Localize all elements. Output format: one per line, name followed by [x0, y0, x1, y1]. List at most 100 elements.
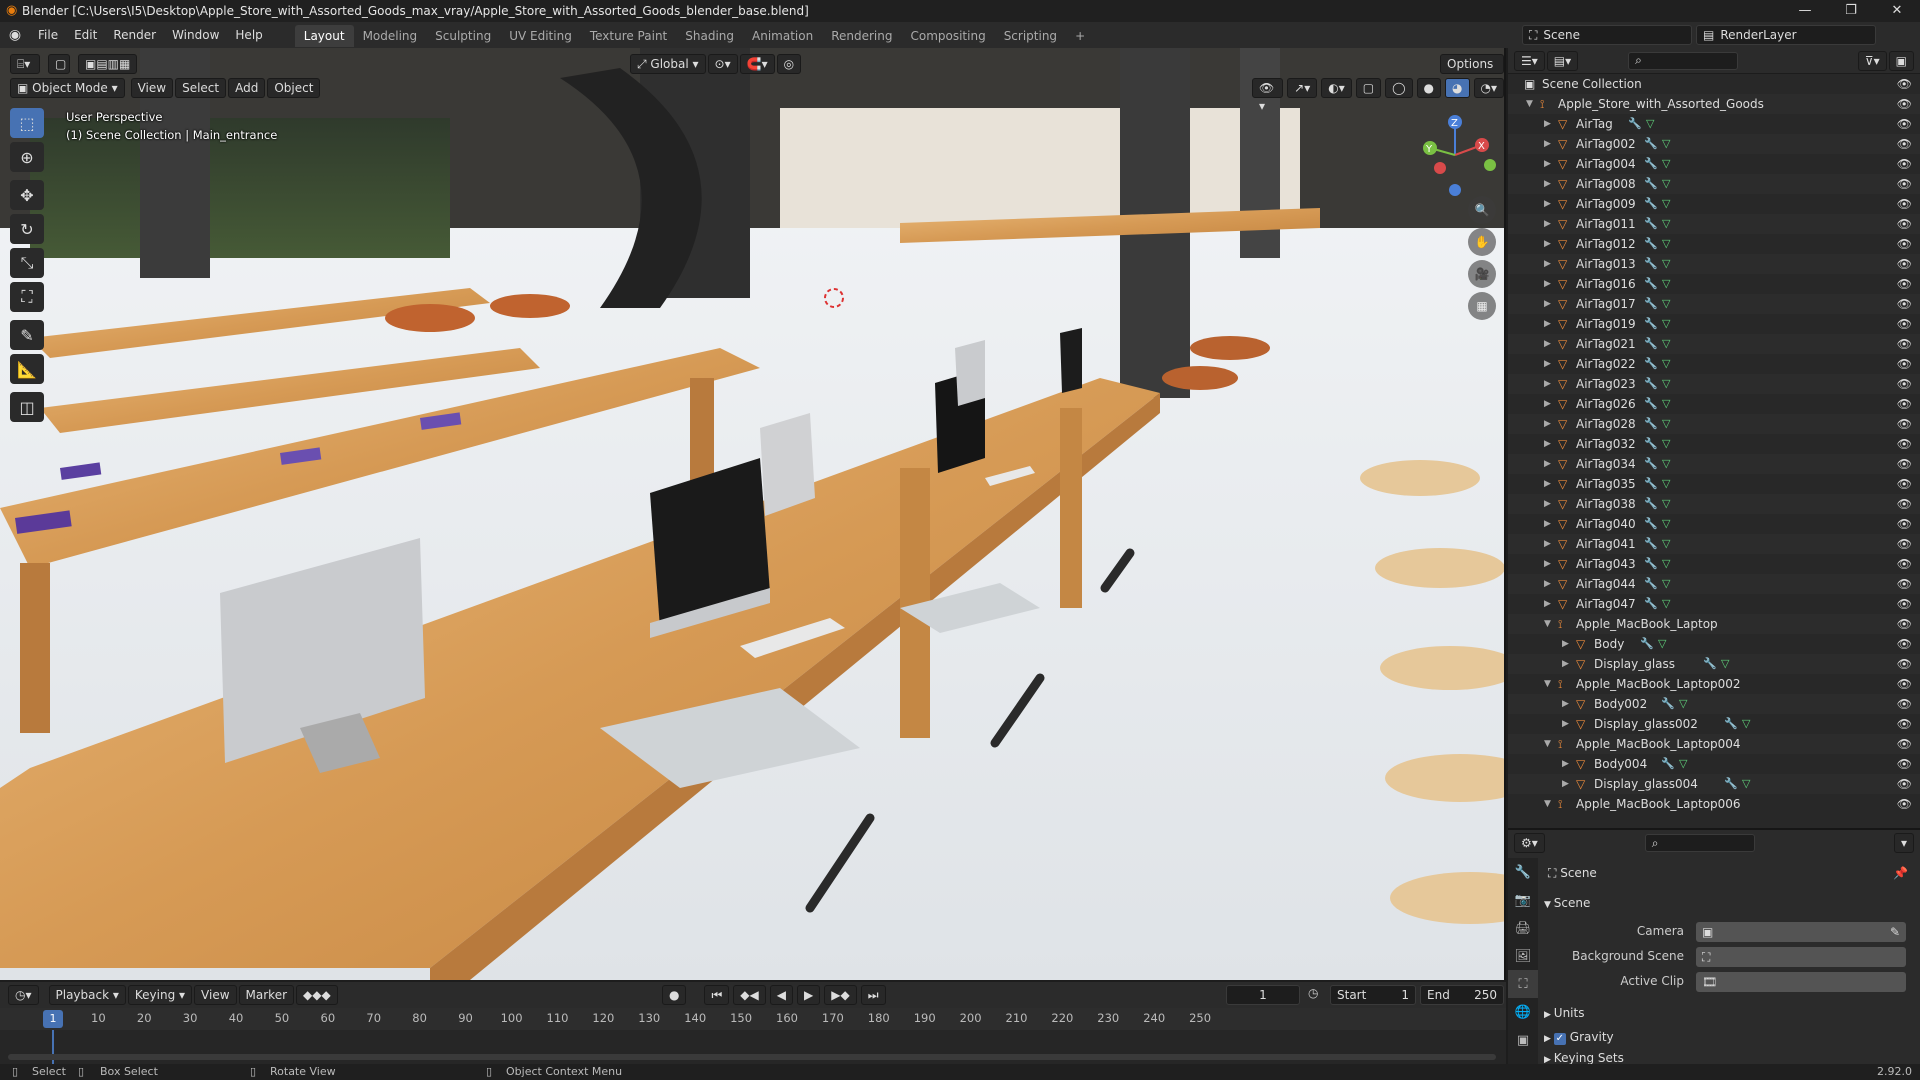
- playback-menu[interactable]: Playback ▾: [48, 985, 126, 1005]
- outliner-scene-collection[interactable]: ▣ Scene Collection 👁: [1508, 74, 1920, 94]
- collapse-arrow-icon[interactable]: ▶: [1544, 394, 1551, 414]
- modifier-icon[interactable]: 🔧: [1644, 394, 1658, 414]
- collapse-arrow-icon[interactable]: ▶: [1562, 654, 1569, 674]
- outliner-collection[interactable]: ▼ ⟟ Apple_Store_with_Assorted_Goods 👁: [1508, 94, 1920, 114]
- outliner-item-airtag[interactable]: ▶ ▽ AirTag011 🔧 ▽ 👁: [1508, 214, 1920, 234]
- visibility-eye-icon[interactable]: 👁: [1897, 174, 1912, 194]
- visibility-eye-icon[interactable]: 👁: [1897, 334, 1912, 354]
- visibility-eye-icon[interactable]: 👁: [1897, 354, 1912, 374]
- collapse-arrow-icon[interactable]: ▶: [1562, 774, 1569, 794]
- scene-panel-header[interactable]: ▼ Scene: [1544, 896, 1590, 910]
- visibility-eye-icon[interactable]: 👁: [1897, 114, 1912, 134]
- outliner-item-child[interactable]: ▶ ▽ Body 🔧 ▽ 👁: [1508, 634, 1920, 654]
- tab-sculpting[interactable]: Sculpting: [426, 25, 500, 47]
- visibility-eye-icon[interactable]: 👁: [1897, 234, 1912, 254]
- playhead-frame-indicator[interactable]: 1: [43, 1010, 63, 1028]
- mesh-data-icon[interactable]: ▽: [1662, 414, 1670, 434]
- tab-modeling[interactable]: Modeling: [354, 25, 427, 47]
- timeline-scrollbar[interactable]: [8, 1054, 1496, 1060]
- render-tab-icon[interactable]: 📷: [1508, 886, 1538, 914]
- mesh-data-icon[interactable]: ▽: [1662, 194, 1670, 214]
- add-cube-tool-icon[interactable]: ◫: [10, 392, 44, 422]
- cursor-tool-icon[interactable]: ⊕: [10, 142, 44, 172]
- collapse-arrow-icon[interactable]: ▶: [1544, 314, 1551, 334]
- collapse-arrow-icon[interactable]: ▶: [1544, 214, 1551, 234]
- move-tool-icon[interactable]: ✥: [10, 180, 44, 210]
- modifier-icon[interactable]: 🔧: [1644, 194, 1658, 214]
- mesh-data-icon[interactable]: ▽: [1662, 174, 1670, 194]
- collapse-arrow-icon[interactable]: ▶: [1544, 574, 1551, 594]
- visibility-eye-icon[interactable]: 👁: [1897, 314, 1912, 334]
- visibility-eye-icon[interactable]: 👁: [1897, 694, 1912, 714]
- outliner-item-child[interactable]: ▶ ▽ Display_glass 🔧 ▽ 👁: [1508, 654, 1920, 674]
- modifier-icon[interactable]: 🔧: [1644, 574, 1658, 594]
- tab-compositing[interactable]: Compositing: [901, 25, 994, 47]
- collapse-arrow-icon[interactable]: ▶: [1544, 354, 1551, 374]
- expand-arrow-icon[interactable]: ▼: [1526, 94, 1533, 114]
- outliner-item-airtag[interactable]: ▶ ▽ AirTag034 🔧 ▽ 👁: [1508, 454, 1920, 474]
- collapse-arrow-icon[interactable]: ▶: [1544, 494, 1551, 514]
- end-frame-field[interactable]: End 250: [1420, 985, 1504, 1005]
- modifier-icon[interactable]: 🔧: [1644, 354, 1658, 374]
- timeline-view-menu[interactable]: View: [194, 985, 237, 1005]
- mesh-data-icon[interactable]: ▽: [1662, 374, 1670, 394]
- visibility-eye-icon[interactable]: 👁: [1897, 414, 1912, 434]
- modifier-icon[interactable]: 🔧: [1644, 594, 1658, 614]
- visibility-eye-icon[interactable]: 👁: [1897, 674, 1912, 694]
- properties-options-icon[interactable]: ▾: [1893, 833, 1914, 853]
- outliner-item-group[interactable]: ▼ ⟟ Apple_MacBook_Laptop 👁: [1508, 614, 1920, 634]
- solid-shading-icon[interactable]: ●: [1416, 78, 1442, 98]
- minimize-button[interactable]: —: [1782, 0, 1828, 22]
- visibility-eye-icon[interactable]: 👁: [1897, 214, 1912, 234]
- modifier-icon[interactable]: 🔧: [1644, 554, 1658, 574]
- pivot-point-icon[interactable]: ⊙▾: [707, 54, 738, 74]
- modifier-icon[interactable]: 🔧: [1724, 714, 1738, 734]
- object-menu[interactable]: Object: [267, 78, 321, 98]
- outliner-item-group[interactable]: ▼ ⟟ Apple_MacBook_Laptop004 👁: [1508, 734, 1920, 754]
- rotate-tool-icon[interactable]: ↻: [10, 214, 44, 244]
- modifier-icon[interactable]: 🔧: [1628, 114, 1642, 134]
- editor-type-icon[interactable]: ⌸▾: [10, 54, 40, 74]
- outliner-item-airtag[interactable]: ▶ ▽ AirTag013 🔧 ▽ 👁: [1508, 254, 1920, 274]
- modifier-icon[interactable]: 🔧: [1703, 654, 1717, 674]
- visibility-icon[interactable]: 👁▾: [1252, 78, 1284, 113]
- outliner-item-airtag[interactable]: ▶ ▽ AirTag022 🔧 ▽ 👁: [1508, 354, 1920, 374]
- modifier-icon[interactable]: 🔧: [1661, 694, 1675, 714]
- visibility-eye-icon[interactable]: 👁: [1897, 154, 1912, 174]
- modifier-icon[interactable]: 🔧: [1644, 234, 1658, 254]
- modifier-icon[interactable]: 🔧: [1644, 374, 1658, 394]
- outliner-item-airtag[interactable]: ▶ ▽ AirTag035 🔧 ▽ 👁: [1508, 474, 1920, 494]
- 3d-viewport[interactable]: ⌸▾ ▢ ▣▤▥▦ ⤢ Global ▾ ⊙▾ 🧲▾ ◎ Options ▾ ▣…: [0, 48, 1506, 980]
- outliner-item-airtag[interactable]: ▶ ▽ AirTag040 🔧 ▽ 👁: [1508, 514, 1920, 534]
- outliner-item-airtag[interactable]: ▶ ▽ AirTag019 🔧 ▽ 👁: [1508, 314, 1920, 334]
- start-frame-field[interactable]: Start 1: [1330, 985, 1416, 1005]
- menu-window[interactable]: Window: [164, 22, 227, 48]
- menu-render[interactable]: Render: [105, 22, 164, 48]
- keying-menu[interactable]: Keying ▾: [127, 985, 193, 1005]
- rendered-shading-icon[interactable]: ◔▾: [1473, 78, 1504, 98]
- material-shading-icon[interactable]: ◕: [1445, 78, 1470, 98]
- mesh-data-icon[interactable]: ▽: [1662, 554, 1670, 574]
- outliner-item-airtag[interactable]: ▶ ▽ AirTag008 🔧 ▽ 👁: [1508, 174, 1920, 194]
- visibility-eye-icon[interactable]: 👁: [1897, 374, 1912, 394]
- collapse-arrow-icon[interactable]: ▶: [1544, 174, 1551, 194]
- outliner-item-group[interactable]: ▼ ⟟ Apple_MacBook_Laptop002 👁: [1508, 674, 1920, 694]
- outliner-item-child[interactable]: ▶ ▽ Display_glass002 🔧 ▽ 👁: [1508, 714, 1920, 734]
- scene-selector[interactable]: ⛶ Scene: [1522, 25, 1692, 45]
- collapse-arrow-icon[interactable]: ▶: [1544, 254, 1551, 274]
- snap-icon[interactable]: 🧲▾: [739, 54, 775, 74]
- collapse-arrow-icon[interactable]: ▶: [1544, 434, 1551, 454]
- menu-file[interactable]: File: [30, 22, 66, 48]
- view-menu[interactable]: View: [130, 78, 174, 98]
- outliner-search-input[interactable]: ⌕: [1628, 51, 1739, 70]
- visibility-eye-icon[interactable]: 👁: [1897, 734, 1912, 754]
- modifier-icon[interactable]: 🔧: [1644, 414, 1658, 434]
- mesh-data-icon[interactable]: ▽: [1662, 334, 1670, 354]
- outliner-item-airtag[interactable]: ▶ ▽ AirTag009 🔧 ▽ 👁: [1508, 194, 1920, 214]
- visibility-eye-icon[interactable]: 👁: [1897, 494, 1912, 514]
- outliner-item-group[interactable]: ▼ ⟟ Apple_MacBook_Laptop006 👁: [1508, 794, 1920, 814]
- mesh-data-icon[interactable]: ▽: [1662, 574, 1670, 594]
- outliner-item-airtag[interactable]: ▶ ▽ AirTag 🔧 ▽ 👁: [1508, 114, 1920, 134]
- select-mode-icon[interactable]: ▢: [48, 54, 70, 74]
- expand-arrow-icon[interactable]: ▼: [1544, 734, 1551, 754]
